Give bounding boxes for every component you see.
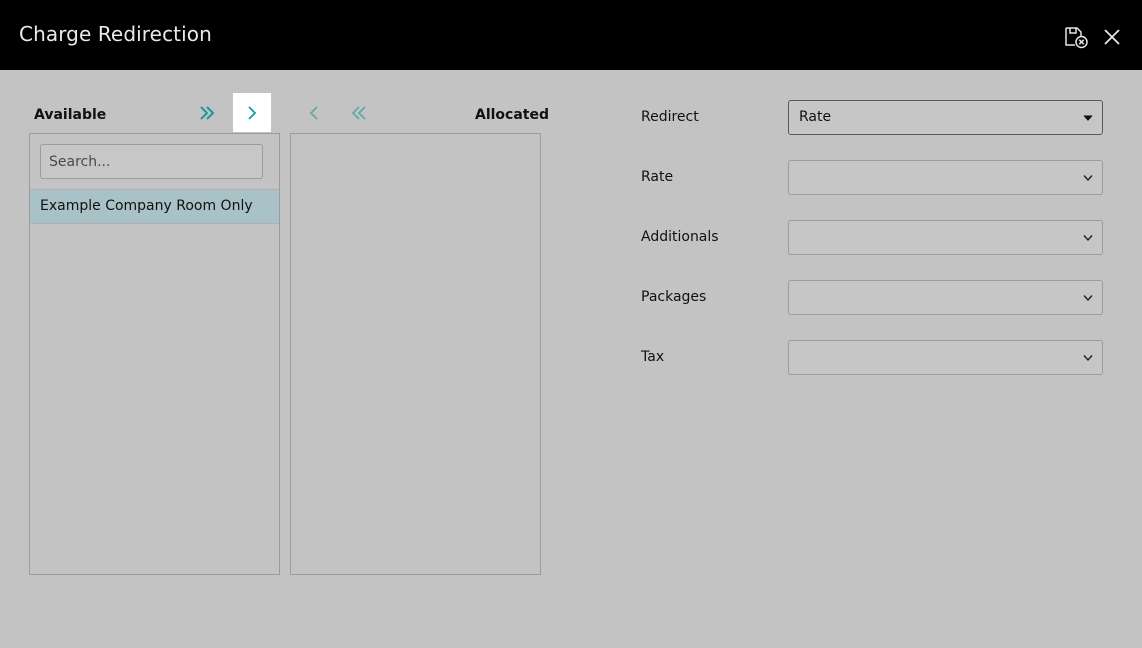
additionals-label: Additionals	[641, 229, 719, 245]
tax-select[interactable]	[788, 340, 1103, 375]
window-title: Charge Redirection	[19, 22, 212, 46]
chevron-down-icon	[1083, 295, 1093, 302]
chevron-down-icon	[1083, 355, 1093, 362]
available-list: Example Company Room Only	[29, 133, 280, 575]
chevron-down-icon	[1083, 235, 1093, 242]
packages-label: Packages	[641, 289, 707, 305]
allocated-list[interactable]	[290, 133, 541, 575]
move-right-button[interactable]	[233, 93, 271, 132]
available-heading: Available	[34, 107, 107, 123]
move-all-left-button[interactable]	[344, 93, 374, 132]
list-item[interactable]: Example Company Room Only	[30, 189, 279, 224]
move-all-right-button[interactable]	[193, 93, 221, 132]
chevron-left-icon	[309, 105, 318, 120]
rate-select[interactable]	[788, 160, 1103, 195]
chevron-down-icon	[1083, 175, 1093, 182]
redirect-select[interactable]: Rate	[788, 100, 1103, 135]
redirect-label: Redirect	[641, 109, 699, 125]
double-chevron-left-icon	[351, 105, 366, 120]
close-icon[interactable]	[1099, 24, 1125, 50]
chevron-down-icon	[1083, 115, 1093, 121]
search-input[interactable]	[40, 144, 263, 179]
allocated-heading: Allocated	[475, 107, 550, 123]
title-bar: Charge Redirection	[0, 0, 1142, 70]
rate-label: Rate	[641, 169, 674, 185]
packages-select[interactable]	[788, 280, 1103, 315]
redirect-value: Rate	[799, 109, 832, 125]
tax-label: Tax	[641, 349, 665, 365]
additionals-select[interactable]	[788, 220, 1103, 255]
double-chevron-right-icon	[200, 105, 215, 120]
move-left-button[interactable]	[302, 93, 326, 132]
chevron-right-icon	[248, 105, 257, 120]
save-cancel-icon[interactable]	[1063, 24, 1089, 50]
